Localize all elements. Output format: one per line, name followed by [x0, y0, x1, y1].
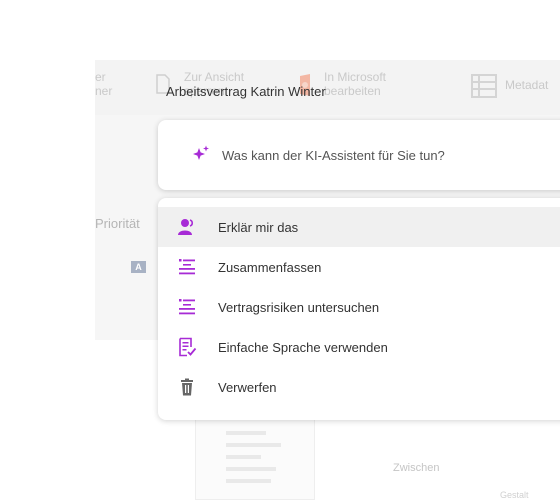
lock-view-label-line1: Zur Ansicht	[184, 70, 245, 84]
person-explain-icon	[178, 219, 194, 235]
simple-language-icon	[179, 337, 197, 357]
menu-item-discard[interactable]: Verwerfen	[158, 367, 560, 407]
edit-in-microsoft-label-line2: bearbeiten	[324, 84, 381, 98]
priority-column-header: Priorität	[95, 216, 140, 231]
edit-in-microsoft-label-line1: In Microsoft	[324, 70, 387, 84]
menu-item-simple-language[interactable]: Einfache Sprache verwenden	[158, 327, 560, 367]
toolbar-item-partial[interactable]: er ner	[95, 70, 112, 98]
metadata-icon	[471, 74, 497, 98]
toolbar-item-partial-line2: ner	[95, 84, 113, 98]
trash-icon	[181, 378, 193, 396]
menu-item-discard-label: Verwerfen	[218, 380, 277, 395]
ai-assistant-menu: Erklär mir das Zusammenfassen Vertragsri…	[158, 198, 560, 420]
ai-assistant-prompt-text: Was kann der KI-Assistent für Sie tun?	[222, 148, 445, 163]
section-label: Zwischen	[393, 462, 440, 474]
menu-item-summarize[interactable]: Zusammenfassen	[158, 247, 560, 287]
document-thumbnail	[195, 410, 315, 500]
priority-badge: A	[131, 261, 146, 273]
metadata-label: Metadat	[505, 78, 549, 92]
document-title: Arbeitsvertrag Katrin Winter	[166, 84, 326, 99]
menu-item-explain-label: Erklär mir das	[218, 220, 299, 235]
sparkle-icon	[193, 145, 209, 160]
toolbar-item-partial-line1: er	[95, 70, 106, 84]
menu-item-contract-risks-label: Vertragsrisiken untersuchen	[218, 300, 380, 315]
menu-item-contract-risks[interactable]: Vertragsrisiken untersuchen	[158, 287, 560, 327]
corner-label: Gestalt	[500, 490, 529, 500]
edit-in-microsoft-button[interactable]: In Microsoft bearbeiten	[324, 70, 386, 98]
menu-item-simple-language-label: Einfache Sprache verwenden	[218, 340, 388, 355]
menu-item-summarize-label: Zusammenfassen	[218, 260, 322, 275]
ai-assistant-prompt[interactable]: Was kann der KI-Assistent für Sie tun?	[158, 120, 560, 190]
risk-analysis-icon	[179, 299, 195, 315]
summarize-icon	[179, 259, 195, 275]
metadata-button[interactable]: Metadat	[505, 78, 548, 92]
menu-item-explain[interactable]: Erklär mir das	[158, 207, 560, 247]
